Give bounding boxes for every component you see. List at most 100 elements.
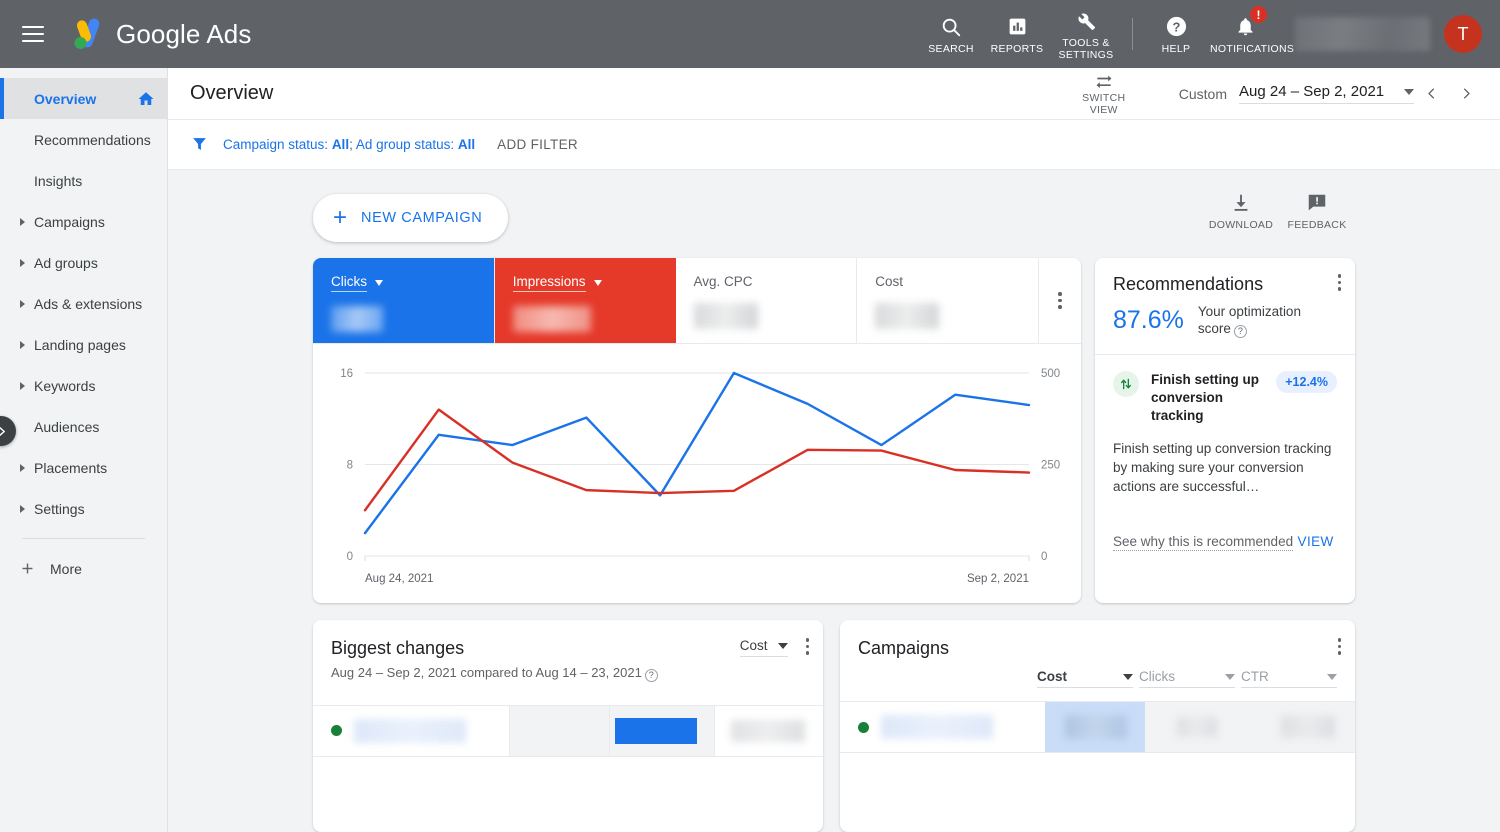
brand-google: Google <box>116 18 201 49</box>
table-row[interactable] <box>313 704 823 757</box>
download-label: DOWNLOAD <box>1208 219 1274 231</box>
sidebar-item-more[interactable]: More <box>0 548 167 589</box>
date-range-picker[interactable]: Aug 24 – Sep 2, 2021 <box>1239 83 1414 104</box>
campaign-status-prefix: Campaign status: <box>223 137 332 152</box>
new-campaign-button[interactable]: + NEW CAMPAIGN <box>313 194 509 242</box>
metric-label-row: Avg. CPC <box>694 274 839 289</box>
campaign-status-value: All <box>331 137 350 152</box>
date-range-value: Aug 24 – Sep 2, 2021 <box>1239 83 1385 100</box>
sidebar-item-recommendations[interactable]: Recommendations <box>0 119 167 160</box>
notifications-button[interactable]: ! NOTIFICATIONS <box>1209 0 1295 68</box>
campaign-name-cell <box>313 706 509 756</box>
recommendations-header: Recommendations <box>1095 258 1355 295</box>
recommendation-why-link[interactable]: See why this is recommended <box>1113 534 1294 551</box>
help-button[interactable]: ? HELP <box>1143 0 1209 68</box>
page-header: Overview SWITCH VIEW Custom Aug 24 – Sep… <box>168 68 1500 120</box>
campaigns-column-clicks[interactable]: Clicks <box>1139 669 1235 688</box>
recommendation-item: Finish setting up conversion tracking +1… <box>1095 354 1355 551</box>
campaigns-card: Campaigns Cost Clicks CTR <box>840 620 1355 832</box>
svg-text:500: 500 <box>1041 368 1060 380</box>
metric-card-impressions[interactable]: Impressions <box>494 258 676 343</box>
metric-value-redacted <box>875 303 940 329</box>
toolbar-divider <box>1132 18 1133 50</box>
chevron-left-icon <box>1428 88 1434 99</box>
svg-text:16: 16 <box>340 368 353 380</box>
add-filter-button[interactable]: ADD FILTER <box>497 137 578 152</box>
change-bar-cell-left <box>509 705 609 756</box>
recommendation-view-button[interactable]: VIEW <box>1298 534 1334 549</box>
switch-view-button[interactable]: SWITCH VIEW <box>1069 71 1139 116</box>
sidebar-item-ad-groups[interactable]: Ad groups <box>0 242 167 283</box>
campaigns-column-ctr[interactable]: CTR <box>1241 669 1337 688</box>
top-app-bar: Google Ads SEARCH REPORTS TOOLS & SETTIN… <box>0 0 1500 68</box>
plus-icon: + <box>333 204 348 231</box>
help-circle-icon[interactable]: ? <box>644 668 658 682</box>
sidebar-item-audiences[interactable]: Audiences <box>0 406 167 447</box>
change-value-redacted <box>731 719 805 742</box>
download-icon <box>1230 192 1252 214</box>
avatar-initial: T <box>1457 23 1469 44</box>
biggest-changes-metric-select[interactable]: Cost <box>739 638 788 657</box>
metric-selector-row: Clicks Impressions Avg. CPC Cost <box>313 258 1081 344</box>
download-button[interactable]: DOWNLOAD <box>1203 192 1279 231</box>
help-circle-icon[interactable]: ? <box>1233 325 1247 338</box>
canvas-actions: DOWNLOAD FEEDBACK <box>1203 192 1355 231</box>
metric-card-cost[interactable]: Cost <box>857 258 1039 343</box>
campaign-name-redacted <box>354 718 466 743</box>
tools-settings-label: TOOLS & SETTINGS <box>1058 36 1114 61</box>
account-info-redacted <box>1295 17 1430 51</box>
search-button[interactable]: SEARCH <box>918 0 984 68</box>
campaigns-column-cost[interactable]: Cost <box>1037 669 1133 688</box>
sidebar-item-insights[interactable]: Insights <box>0 160 167 201</box>
chevron-down-icon <box>1225 673 1235 680</box>
biggest-changes-overflow-menu[interactable] <box>805 638 809 655</box>
expand-arrow-icon <box>20 463 25 472</box>
metric-label: Clicks <box>331 274 367 292</box>
sidebar-item-settings[interactable]: Settings <box>0 488 167 529</box>
chevron-down-icon <box>777 642 788 649</box>
date-preset-label: Custom <box>1178 85 1227 102</box>
performance-line-chart: 0 0 8 250 16 500 Aug 24, 2021 Sep 2, 2021 <box>340 368 1060 585</box>
google-ads-logo[interactable]: Google Ads <box>68 16 251 52</box>
feedback-button[interactable]: FEEDBACK <box>1279 192 1355 231</box>
sidebar-item-overview[interactable]: Overview <box>0 78 167 119</box>
biggest-changes-header: Biggest changes Cost <box>313 620 823 659</box>
sidebar-item-campaigns[interactable]: Campaigns <box>0 201 167 242</box>
chevron-right-icon <box>0 426 5 436</box>
hamburger-menu-icon[interactable] <box>22 26 44 42</box>
sidebar-item-landing-pages[interactable]: Landing pages <box>0 324 167 365</box>
brand-ads: Ads <box>206 18 252 49</box>
campaigns-controls <box>1337 638 1341 655</box>
sidebar-item-label: Recommendations <box>34 131 151 148</box>
recommendation-score-badge: +12.4% <box>1276 371 1337 393</box>
column-label: CTR <box>1241 669 1269 684</box>
filter-icon[interactable] <box>190 135 209 154</box>
metric-card-avg-cpc[interactable]: Avg. CPC <box>676 258 858 343</box>
chart-overflow-menu[interactable] <box>1039 258 1081 343</box>
notifications-label: NOTIFICATIONS <box>1210 42 1295 55</box>
metric-card-clicks[interactable]: Clicks <box>313 258 495 343</box>
sidebar-item-ads-extensions[interactable]: Ads & extensions <box>0 283 167 324</box>
expand-arrow-icon <box>20 340 25 349</box>
sidebar-divider <box>22 538 145 539</box>
metric-value-redacted <box>693 303 758 329</box>
date-prev-button[interactable] <box>1414 86 1449 101</box>
feedback-icon <box>1306 192 1328 214</box>
svg-text:Sep 2, 2021: Sep 2, 2021 <box>967 573 1029 585</box>
sidebar-item-keywords[interactable]: Keywords <box>0 365 167 406</box>
recommendations-overflow-menu[interactable] <box>1337 274 1341 291</box>
sidebar-item-label: Audiences <box>34 418 100 435</box>
clicks-cell <box>1145 702 1245 752</box>
biggest-changes-empty-area <box>313 757 823 819</box>
tools-settings-button[interactable]: TOOLS & SETTINGS <box>1050 0 1122 68</box>
campaigns-overflow-menu[interactable] <box>1337 638 1341 655</box>
help-icon: ? <box>1165 14 1188 40</box>
cost-cell <box>1045 702 1145 752</box>
date-next-button[interactable] <box>1449 86 1484 101</box>
table-row[interactable] <box>840 701 1355 753</box>
sidebar-item-placements[interactable]: Placements <box>0 447 167 488</box>
reports-button[interactable]: REPORTS <box>984 0 1050 68</box>
avatar[interactable]: T <box>1444 15 1482 53</box>
campaign-name-redacted <box>881 715 993 739</box>
active-filters[interactable]: Campaign status: All; Ad group status: A… <box>223 137 475 152</box>
